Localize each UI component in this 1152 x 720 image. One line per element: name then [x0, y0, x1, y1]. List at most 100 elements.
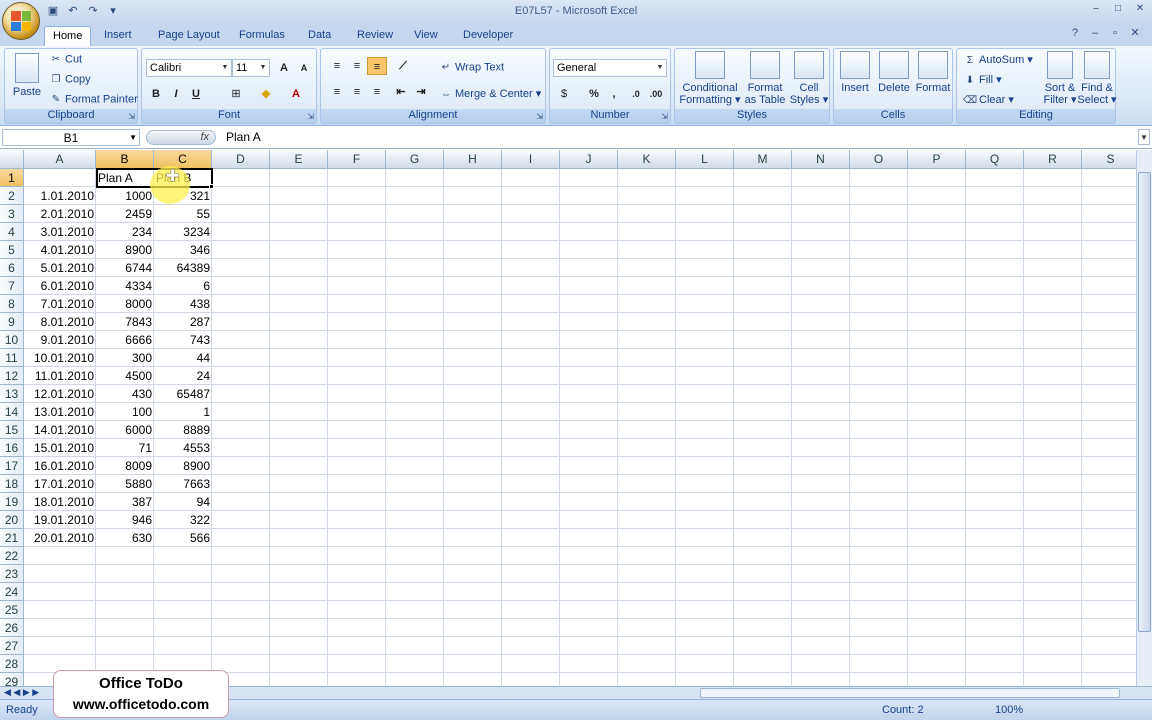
- column-header-h[interactable]: H: [444, 150, 502, 169]
- worksheet-grid[interactable]: ABCDEFGHIJKLMNOPQRS1Plan APlan B21.01.20…: [0, 150, 1136, 686]
- row-header[interactable]: 26: [0, 619, 24, 637]
- cell-c11[interactable]: 44: [154, 349, 212, 367]
- align-top-icon[interactable]: ≡: [327, 57, 347, 75]
- cell-b19[interactable]: 387: [96, 493, 154, 511]
- percent-icon[interactable]: %: [584, 85, 604, 103]
- grow-font-button[interactable]: A: [274, 59, 294, 77]
- row-header[interactable]: 24: [0, 583, 24, 601]
- font-name-select[interactable]: Calibri ▼: [146, 59, 232, 77]
- minimize-icon[interactable]: –: [1086, 2, 1106, 16]
- column-header-a[interactable]: A: [24, 150, 96, 169]
- increase-decimal-icon[interactable]: .0: [626, 85, 646, 103]
- expand-formula-bar-icon[interactable]: ▼: [1138, 129, 1150, 145]
- cell-b21[interactable]: 630: [96, 529, 154, 547]
- row-header[interactable]: 8: [0, 295, 24, 313]
- cell-a14[interactable]: 13.01.2010: [24, 403, 96, 421]
- copy-button[interactable]: ❐ Copy: [49, 73, 91, 86]
- column-header-e[interactable]: E: [270, 150, 328, 169]
- decrease-indent-icon[interactable]: ⇤: [391, 83, 411, 101]
- cell-a24[interactable]: [24, 583, 96, 601]
- tab-review[interactable]: Review: [349, 26, 401, 46]
- cell-a27[interactable]: [24, 637, 96, 655]
- align-center-icon[interactable]: ≡: [347, 83, 367, 101]
- vertical-scrollbar-thumb[interactable]: [1138, 172, 1151, 632]
- column-header-j[interactable]: J: [560, 150, 618, 169]
- cell-b15[interactable]: 6000: [96, 421, 154, 439]
- formula-input[interactable]: Plan A: [226, 130, 261, 144]
- column-header-m[interactable]: M: [734, 150, 792, 169]
- cell-b26[interactable]: [96, 619, 154, 637]
- cell-a7[interactable]: 6.01.2010: [24, 277, 96, 295]
- zoom-level[interactable]: 100%: [995, 704, 1023, 716]
- column-header-o[interactable]: O: [850, 150, 908, 169]
- cell-c16[interactable]: 4553: [154, 439, 212, 457]
- cell-b9[interactable]: 7843: [96, 313, 154, 331]
- cell-b14[interactable]: 100: [96, 403, 154, 421]
- row-header[interactable]: 21: [0, 529, 24, 547]
- help-icon[interactable]: ?: [1068, 26, 1082, 40]
- tab-view[interactable]: View: [406, 26, 446, 46]
- paste-button[interactable]: Paste: [9, 53, 45, 98]
- cell-c27[interactable]: [154, 637, 212, 655]
- ribbon-minimize-icon[interactable]: –: [1088, 26, 1102, 40]
- cell-b4[interactable]: 234: [96, 223, 154, 241]
- cell-c6[interactable]: 64389: [154, 259, 212, 277]
- row-header[interactable]: 4: [0, 223, 24, 241]
- cell-c19[interactable]: 94: [154, 493, 212, 511]
- cell-a10[interactable]: 9.01.2010: [24, 331, 96, 349]
- tab-home[interactable]: Home: [44, 26, 92, 46]
- cell-a8[interactable]: 7.01.2010: [24, 295, 96, 313]
- bold-button[interactable]: B: [146, 85, 166, 103]
- cell-a1[interactable]: [24, 169, 96, 187]
- cell-a4[interactable]: 3.01.2010: [24, 223, 96, 241]
- cell-b5[interactable]: 8900: [96, 241, 154, 259]
- font-size-select[interactable]: 11 ▼: [232, 59, 270, 77]
- cell-c4[interactable]: 3234: [154, 223, 212, 241]
- row-header[interactable]: 17: [0, 457, 24, 475]
- row-header[interactable]: 11: [0, 349, 24, 367]
- column-header-b[interactable]: B: [96, 150, 154, 169]
- cell-b20[interactable]: 946: [96, 511, 154, 529]
- column-header-k[interactable]: K: [618, 150, 676, 169]
- row-header[interactable]: 16: [0, 439, 24, 457]
- align-left-icon[interactable]: ≡: [327, 83, 347, 101]
- row-header[interactable]: 7: [0, 277, 24, 295]
- fill-color-icon[interactable]: ◆: [256, 85, 276, 103]
- cell-a20[interactable]: 19.01.2010: [24, 511, 96, 529]
- cell-a21[interactable]: 20.01.2010: [24, 529, 96, 547]
- sort-filter-button[interactable]: Sort & Filter ▾: [1041, 51, 1079, 106]
- cell-a16[interactable]: 15.01.2010: [24, 439, 96, 457]
- cell-a15[interactable]: 14.01.2010: [24, 421, 96, 439]
- cell-a19[interactable]: 18.01.2010: [24, 493, 96, 511]
- name-box[interactable]: B1 ▼: [2, 129, 140, 146]
- cell-c14[interactable]: 1: [154, 403, 212, 421]
- format-painter-button[interactable]: ✎ Format Painter: [49, 93, 138, 106]
- cell-a22[interactable]: [24, 547, 96, 565]
- cell-c15[interactable]: 8889: [154, 421, 212, 439]
- cell-c13[interactable]: 65487: [154, 385, 212, 403]
- cell-a2[interactable]: 1.01.2010: [24, 187, 96, 205]
- cell-c24[interactable]: [154, 583, 212, 601]
- cell-a25[interactable]: [24, 601, 96, 619]
- shrink-font-button[interactable]: A: [294, 59, 314, 77]
- cell-b6[interactable]: 6744: [96, 259, 154, 277]
- row-header[interactable]: 5: [0, 241, 24, 259]
- fill-button[interactable]: ⬇ Fill ▾: [963, 73, 1002, 87]
- cell-b7[interactable]: 4334: [96, 277, 154, 295]
- cell-b12[interactable]: 4500: [96, 367, 154, 385]
- cell-c5[interactable]: 346: [154, 241, 212, 259]
- row-header[interactable]: 22: [0, 547, 24, 565]
- cut-button[interactable]: ✂ Cut: [49, 53, 82, 66]
- font-color-icon[interactable]: A: [286, 85, 306, 103]
- borders-icon[interactable]: ⊞: [226, 85, 246, 103]
- column-header-q[interactable]: Q: [966, 150, 1024, 169]
- cell-a17[interactable]: 16.01.2010: [24, 457, 96, 475]
- tab-data[interactable]: Data: [300, 26, 339, 46]
- font-dialog-launcher-icon[interactable]: ⇲: [307, 112, 314, 121]
- cell-b23[interactable]: [96, 565, 154, 583]
- column-header-d[interactable]: D: [212, 150, 270, 169]
- column-header-l[interactable]: L: [676, 150, 734, 169]
- select-all-button[interactable]: [0, 150, 24, 169]
- row-header[interactable]: 12: [0, 367, 24, 385]
- merge-center-button[interactable]: ⇔ Merge & Center ▾: [439, 87, 541, 101]
